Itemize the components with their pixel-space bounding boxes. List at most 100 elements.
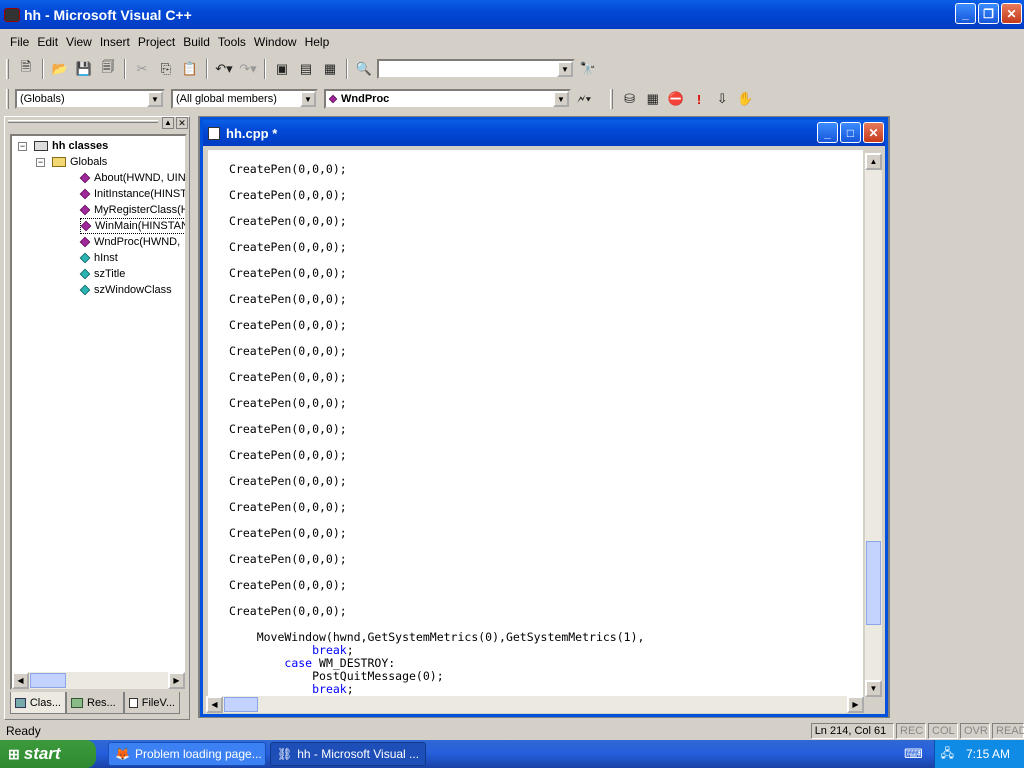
member-combo-value: WndProc (341, 93, 390, 105)
wizard-actions-icon[interactable]: 🗲▾ (573, 88, 595, 110)
function-icon (328, 94, 338, 104)
function-icon (80, 220, 92, 232)
tab-class-view[interactable]: Clas... (10, 692, 66, 714)
function-icon (79, 236, 91, 248)
tree-item[interactable]: MyRegisterClass(H (79, 202, 185, 218)
scroll-left-icon[interactable]: ◀ (206, 696, 223, 713)
stop-build-icon[interactable]: ⛔ (665, 88, 686, 110)
scroll-thumb[interactable] (30, 673, 66, 688)
code-editor[interactable]: CreatePen(0,0,0); CreatePen(0,0,0); Create… (208, 150, 863, 696)
find-icon[interactable]: 🔭 (577, 58, 599, 80)
keyboard-icon[interactable]: ⌨ (904, 746, 923, 762)
build-toolbar: ⛁ ▦ ⛔ ! ⇩ ✋ (606, 86, 756, 112)
tree-item[interactable]: szTitle (79, 266, 125, 282)
chevron-down-icon[interactable]: ▼ (553, 91, 569, 107)
breakpoint-icon[interactable]: ✋ (735, 88, 756, 110)
editor-close-button[interactable]: ✕ (863, 122, 884, 143)
editor-minimize-button[interactable]: _ (817, 122, 838, 143)
editor-maximize-button[interactable]: □ (840, 122, 861, 143)
open-icon[interactable]: 📂 (49, 58, 71, 80)
panel-close-icon[interactable]: ✕ (176, 117, 188, 129)
toolbar-grip[interactable] (6, 59, 9, 79)
menu-item-window[interactable]: Window (250, 35, 301, 49)
tab-file-view[interactable]: FileV... (124, 692, 180, 714)
paste-icon[interactable]: 📋 (179, 58, 201, 80)
compile-icon[interactable]: ⛁ (619, 88, 640, 110)
scroll-up-icon[interactable]: ▲ (865, 153, 882, 170)
tree-item[interactable]: WinMain(HINSTAN (80, 218, 185, 234)
scroll-right-icon[interactable]: ▶ (847, 696, 864, 713)
panel-grip[interactable] (8, 120, 158, 123)
tree-root[interactable]: hh classes (34, 138, 108, 154)
taskbar-item-browser[interactable]: 🦊 Problem loading page... (108, 742, 266, 766)
tree-hscroll[interactable]: ◀ ▶ (12, 672, 185, 689)
collapse-icon[interactable]: − (36, 158, 45, 167)
tree-item[interactable]: hInst (79, 250, 118, 266)
code-line: CreatePen(0,0,0); (229, 266, 347, 280)
network-icon[interactable]: 🖧 (941, 744, 954, 765)
menu-item-file[interactable]: File (6, 35, 33, 49)
new-file-icon[interactable]: 🗎 (15, 58, 37, 80)
execute-icon[interactable]: ! (688, 88, 709, 110)
workspace-icon[interactable]: ▣ (271, 58, 293, 80)
find-combo[interactable]: ▼ (377, 59, 575, 79)
undo-icon[interactable]: ↶▾ (213, 58, 235, 80)
scroll-right-icon[interactable]: ▶ (168, 672, 185, 689)
minimize-button[interactable]: _ (955, 3, 976, 24)
panel-maximize-icon[interactable]: ▲ (162, 117, 174, 129)
menu-item-edit[interactable]: Edit (33, 35, 62, 49)
menu-item-tools[interactable]: Tools (214, 35, 250, 49)
build-icon[interactable]: ▦ (642, 88, 663, 110)
window-list-icon[interactable]: ▦ (319, 58, 341, 80)
chevron-down-icon[interactable]: ▼ (300, 91, 316, 107)
menu-item-help[interactable]: Help (301, 35, 334, 49)
member-combo[interactable]: WndProc ▼ (324, 89, 571, 109)
save-icon[interactable]: 💾 (73, 58, 95, 80)
tree-folder-globals[interactable]: Globals (52, 154, 107, 170)
editor-vscroll[interactable]: ▲ ▼ (865, 153, 882, 697)
class-combo[interactable]: (Globals) ▼ (15, 89, 165, 109)
menu-item-build[interactable]: Build (179, 35, 214, 49)
editor-hscroll[interactable]: ◀ ▶ (206, 696, 864, 713)
title-bar[interactable]: hh - Microsoft Visual C++ _ ❐ ✕ (0, 0, 1024, 29)
start-button[interactable]: ⊞ start (0, 740, 96, 768)
copy-icon[interactable]: ⎘ (155, 58, 177, 80)
output-icon[interactable]: ▤ (295, 58, 317, 80)
toolbar-grip[interactable] (610, 89, 613, 109)
tree-item[interactable]: InitInstance(HINST (79, 186, 185, 202)
collapse-icon[interactable]: − (18, 142, 27, 151)
menu-item-project[interactable]: Project (134, 35, 179, 49)
class-view-tree[interactable]: − hh classes − Globals About(HWND, UIN In… (10, 134, 187, 690)
editor-title-bar[interactable]: hh.cpp * _ □ ✕ (203, 120, 885, 146)
chevron-down-icon[interactable]: ▼ (147, 91, 163, 107)
ovr-indicator: OVR (960, 723, 990, 739)
menu-item-view[interactable]: View (62, 35, 96, 49)
tree-item[interactable]: WndProc(HWND, (79, 234, 180, 250)
filter-combo[interactable]: (All global members) ▼ (171, 89, 318, 109)
taskbar-item-vcpp[interactable]: ⛓ hh - Microsoft Visual ... (270, 742, 426, 766)
toolbar-grip[interactable] (6, 89, 9, 109)
code-line: CreatePen(0,0,0); (229, 500, 347, 514)
tree-item[interactable]: About(HWND, UIN (79, 170, 185, 186)
tree-item[interactable]: szWindowClass (79, 282, 172, 298)
clock[interactable]: 7:15 AM (966, 747, 1010, 761)
keyword: case (284, 656, 313, 670)
scroll-thumb[interactable] (866, 541, 881, 625)
chevron-down-icon[interactable]: ▼ (557, 61, 573, 77)
taskbar-item-label: hh - Microsoft Visual ... (297, 747, 420, 761)
scroll-thumb[interactable] (224, 697, 258, 712)
tab-resource-view[interactable]: Res... (66, 692, 124, 714)
restore-button[interactable]: ❐ (978, 3, 999, 24)
redo-icon[interactable]: ↷▾ (237, 58, 259, 80)
app-icon[interactable] (4, 7, 20, 22)
go-icon[interactable]: ⇩ (712, 88, 733, 110)
save-all-icon[interactable]: 🗐 (97, 58, 119, 80)
code-line: CreatePen(0,0,0); (229, 526, 347, 540)
close-button[interactable]: ✕ (1001, 3, 1022, 24)
cut-icon[interactable]: ✂ (131, 58, 153, 80)
menu-item-insert[interactable]: Insert (96, 35, 134, 49)
scroll-left-icon[interactable]: ◀ (12, 672, 29, 689)
code-line: CreatePen(0,0,0); (229, 396, 347, 410)
scroll-down-icon[interactable]: ▼ (865, 680, 882, 697)
find-in-files-icon[interactable]: 🔍 (353, 58, 375, 80)
